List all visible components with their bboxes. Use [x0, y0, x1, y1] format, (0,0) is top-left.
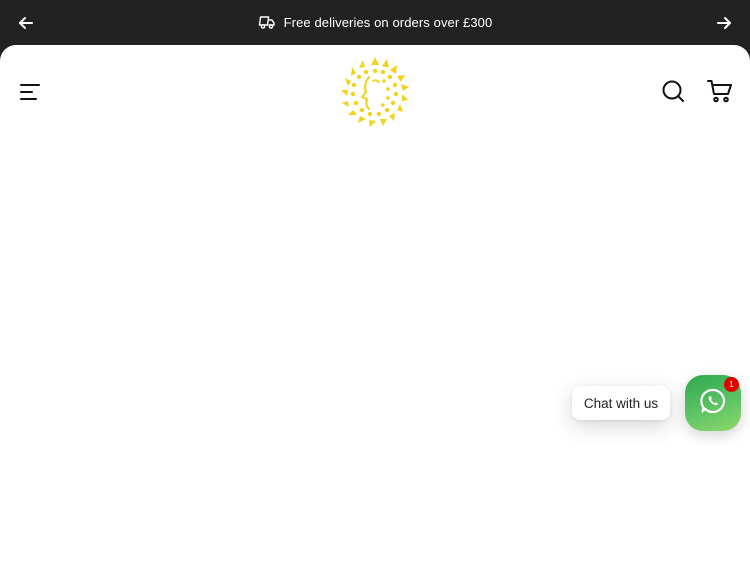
announcement-bar: Free deliveries on orders over £300: [0, 0, 750, 46]
sun-face-logo[interactable]: [339, 55, 411, 129]
page-content: Chat with us 1: [0, 45, 750, 563]
search-icon[interactable]: [661, 79, 685, 103]
chat-label-text: Chat with us: [583, 395, 659, 411]
notification-badge: 1: [724, 377, 739, 392]
arrow-right-icon[interactable]: [714, 13, 734, 33]
chat-with-us-label[interactable]: Chat with us: [572, 386, 670, 420]
hamburger-menu-icon[interactable]: [19, 83, 41, 101]
announcement-message: Free deliveries on orders over £300: [0, 14, 750, 30]
announcement-text: Free deliveries on orders over £300: [283, 14, 493, 30]
cart-icon[interactable]: [707, 79, 733, 103]
delivery-truck-icon: [258, 14, 276, 30]
whatsapp-icon: [699, 387, 727, 420]
